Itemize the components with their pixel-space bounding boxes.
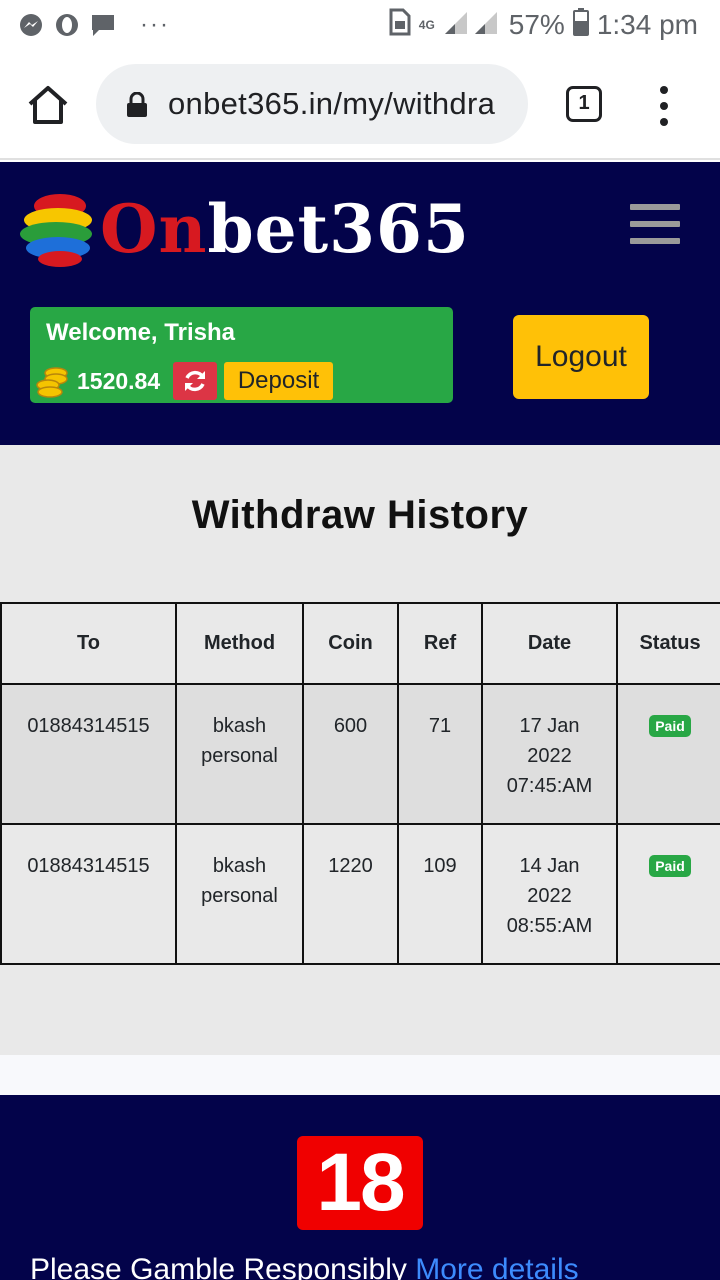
hamburger-menu-button[interactable] xyxy=(630,204,680,244)
account-panel: Welcome, Trisha 1520.84 Deposit xyxy=(30,307,453,403)
date-line: 08:55:AM xyxy=(506,915,593,937)
site-logo[interactable]: Onbet365 xyxy=(20,184,469,274)
table-row: 01884314515 bkash personal 1220 109 14 Ja… xyxy=(0,823,720,965)
page-title: Withdraw History xyxy=(191,493,529,537)
cell-ref: 109 xyxy=(397,823,483,965)
cell-to: 01884314515 xyxy=(0,823,177,965)
browser-menu-button[interactable] xyxy=(654,86,674,126)
address-bar[interactable]: onbet365.in/my/withdra xyxy=(96,64,528,144)
system-indicators: 4G 57% 1:34 pm xyxy=(387,7,698,43)
deposit-button[interactable]: Deposit xyxy=(224,362,333,400)
menu-dot xyxy=(660,102,668,110)
cell-coin: 600 xyxy=(302,683,399,825)
date-line: 07:45:AM xyxy=(506,775,593,797)
logout-button[interactable]: Logout xyxy=(513,315,649,399)
logo-wordmark-rest: bet365 xyxy=(207,190,470,268)
site-header: Onbet365 Welcome, Trisha 1520.84 Deposit… xyxy=(0,162,720,445)
cell-method: bkash personal xyxy=(175,683,304,825)
tab-switcher-button[interactable]: 1 xyxy=(566,86,602,122)
menu-dot xyxy=(660,86,668,94)
cell-ref: 71 xyxy=(397,683,483,825)
cell-to: 01884314515 xyxy=(0,683,177,825)
table-row: 01884314515 bkash personal 600 71 17 Jan 2… xyxy=(0,683,720,825)
date-line: 2022 xyxy=(527,885,572,907)
refresh-icon xyxy=(185,370,205,392)
url-text: onbet365.in/my/withdra xyxy=(168,86,496,121)
responsible-gambling-text: Please Gamble Responsibly xyxy=(30,1253,407,1280)
cell-date: 17 Jan 2022 07:45:AM xyxy=(481,683,618,825)
refresh-balance-button[interactable] xyxy=(173,362,217,400)
column-header-method: Method xyxy=(175,602,304,685)
section-spacer xyxy=(0,1055,720,1095)
withdraw-history-table: To Method Coin Ref Date Status 018843145… xyxy=(0,602,720,965)
hamburger-bar xyxy=(630,238,680,244)
menu-dot xyxy=(660,118,668,126)
chat-icon xyxy=(90,12,116,38)
method-line: bkash xyxy=(212,855,267,877)
coin-balance: 1520.84 xyxy=(77,368,161,394)
battery-percent: 57% xyxy=(508,9,565,40)
lock-icon xyxy=(126,91,148,123)
cell-status: Paid xyxy=(616,823,720,965)
column-header-to: To xyxy=(0,602,177,685)
withdraw-history-section: Withdraw History To Method Coin Ref Date… xyxy=(0,445,720,1055)
messenger-icon xyxy=(18,12,44,38)
coins-icon xyxy=(36,367,68,398)
cell-status: Paid xyxy=(616,683,720,825)
age-restriction-badge: 18 xyxy=(297,1136,423,1230)
column-header-ref: Ref xyxy=(397,602,483,685)
status-badge: Paid xyxy=(649,715,691,737)
opera-icon xyxy=(54,12,80,38)
more-notifications-indicator: ··· xyxy=(140,11,170,38)
welcome-message: Welcome, Trisha xyxy=(46,319,235,346)
globe-logo-icon xyxy=(20,194,92,267)
hamburger-bar xyxy=(630,221,680,227)
logo-wordmark: Onbet365 xyxy=(100,190,470,268)
sim-icon xyxy=(387,8,411,43)
date-line: 17 Jan xyxy=(519,715,580,737)
date-line: 14 Jan xyxy=(519,855,580,877)
home-button[interactable] xyxy=(26,84,70,126)
cell-date: 14 Jan 2022 08:55:AM xyxy=(481,823,618,965)
site-footer: 18 Please Gamble Responsibly More detail… xyxy=(0,1095,720,1280)
status-badge: Paid xyxy=(649,855,691,877)
column-header-date: Date xyxy=(481,602,618,685)
hamburger-bar xyxy=(630,204,680,210)
cell-method: bkash personal xyxy=(175,823,304,965)
cell-coin: 1220 xyxy=(302,823,399,965)
logo-wordmark-on: On xyxy=(100,190,208,268)
method-line: bkash xyxy=(212,715,267,737)
network-type: 4G xyxy=(418,18,435,32)
table-header-row: To Method Coin Ref Date Status xyxy=(0,602,720,685)
date-line: 2022 xyxy=(527,745,572,767)
method-line: personal xyxy=(201,745,278,767)
status-bar: ··· 4G 57% 1:34 pm xyxy=(0,0,720,50)
column-header-status: Status xyxy=(616,602,720,685)
signal-icon xyxy=(443,8,501,43)
clock: 1:34 pm xyxy=(596,9,698,40)
browser-toolbar: onbet365.in/my/withdra 1 xyxy=(0,50,720,160)
column-header-coin: Coin xyxy=(302,602,399,685)
more-details-link[interactable]: More details xyxy=(415,1253,578,1280)
home-icon xyxy=(28,86,68,124)
responsible-gambling-notice: Please Gamble Responsibly More details xyxy=(30,1253,579,1280)
battery-icon xyxy=(572,7,589,43)
notification-icons: ··· xyxy=(18,10,170,40)
method-line: personal xyxy=(201,885,278,907)
